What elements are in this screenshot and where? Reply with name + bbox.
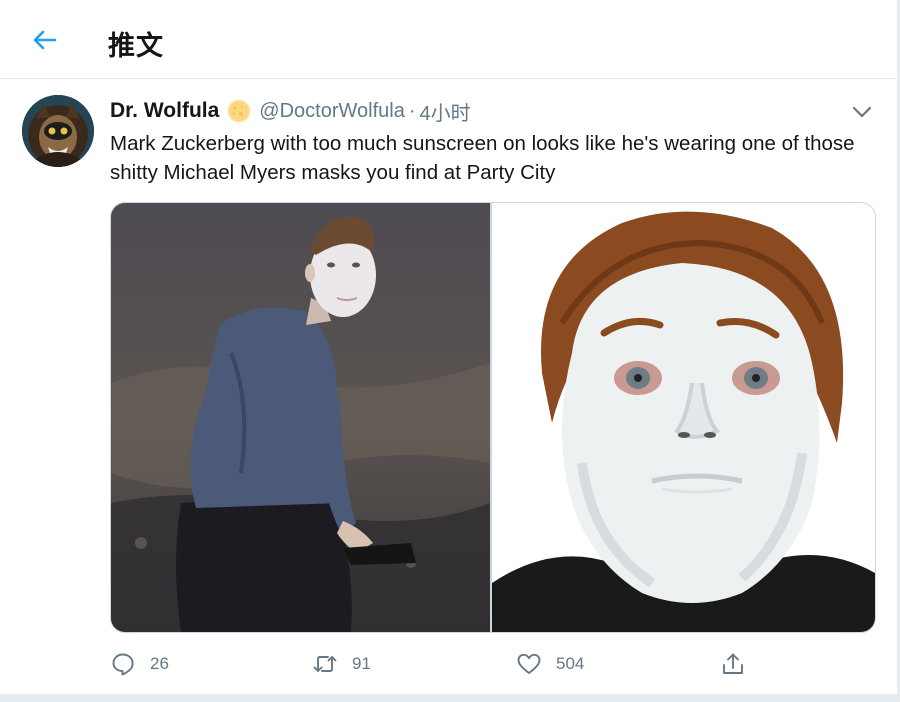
reply-button[interactable]: 26 [110,648,169,680]
tweet-timestamp[interactable]: 4小时 [420,97,471,126]
like-count: 504 [556,654,585,673]
reply-icon [112,653,134,676]
like-button[interactable]: 504 [516,648,584,680]
display-name[interactable]: Dr. Wolfula [110,99,219,123]
media-grid [110,202,876,633]
user-handle[interactable]: @DoctorWolfula [259,100,405,123]
retweet-count: 91 [352,654,371,673]
more-options-button[interactable] [848,101,876,123]
photo-white-halloween-mask [492,203,875,632]
avatar-wolf-icon [22,95,94,167]
share-icon [723,653,743,674]
media-photo-right[interactable] [492,203,875,632]
arrow-left-icon [33,30,57,50]
chevron-down-icon [852,106,872,118]
page-title: 推文 [108,31,164,61]
separator-dot: · [408,99,416,122]
tweet-text: Mark Zuckerberg with too much sunscreen … [110,132,855,184]
retweet-icon [313,656,337,672]
main-column: 推文 Dr. Wolfula @DoctorWolfula · 4小时 Mark… [0,0,898,702]
back-button[interactable] [26,22,62,58]
tweet-actions: 26 91 504 [110,644,870,684]
bottom-divider [0,694,900,702]
photo-man-in-blue-shirt-with-white-face [111,203,490,632]
reply-count: 26 [150,654,169,673]
retweet-button[interactable]: 91 [312,648,371,680]
avatar[interactable] [22,95,94,167]
media-photo-left[interactable] [111,203,490,632]
moon-badge-icon [226,98,252,124]
heart-icon [517,653,541,674]
page-header: 推文 [0,0,897,79]
tweet-header: Dr. Wolfula @DoctorWolfula · 4小时 [110,97,471,126]
share-button[interactable] [720,648,746,680]
tweet[interactable]: Dr. Wolfula @DoctorWolfula · 4小时 Mark Zu [0,79,897,694]
